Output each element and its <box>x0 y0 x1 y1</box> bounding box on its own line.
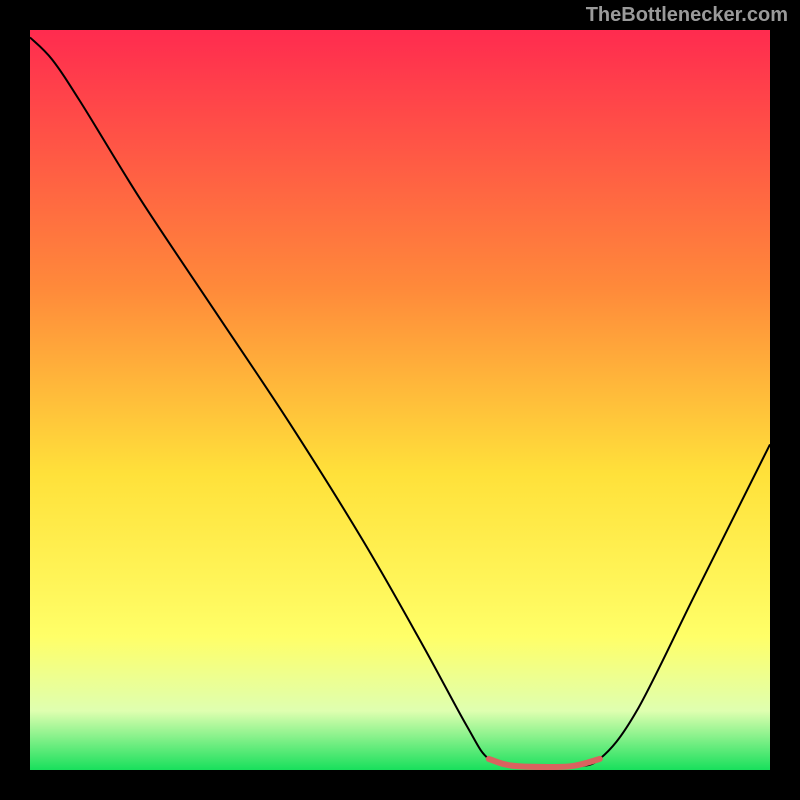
optimal-highlight <box>489 759 600 767</box>
watermark-text: TheBottleneсker.com <box>586 4 788 27</box>
curve-layer <box>30 30 770 770</box>
bottleneck-curve <box>30 37 770 767</box>
plot-area <box>30 30 770 770</box>
